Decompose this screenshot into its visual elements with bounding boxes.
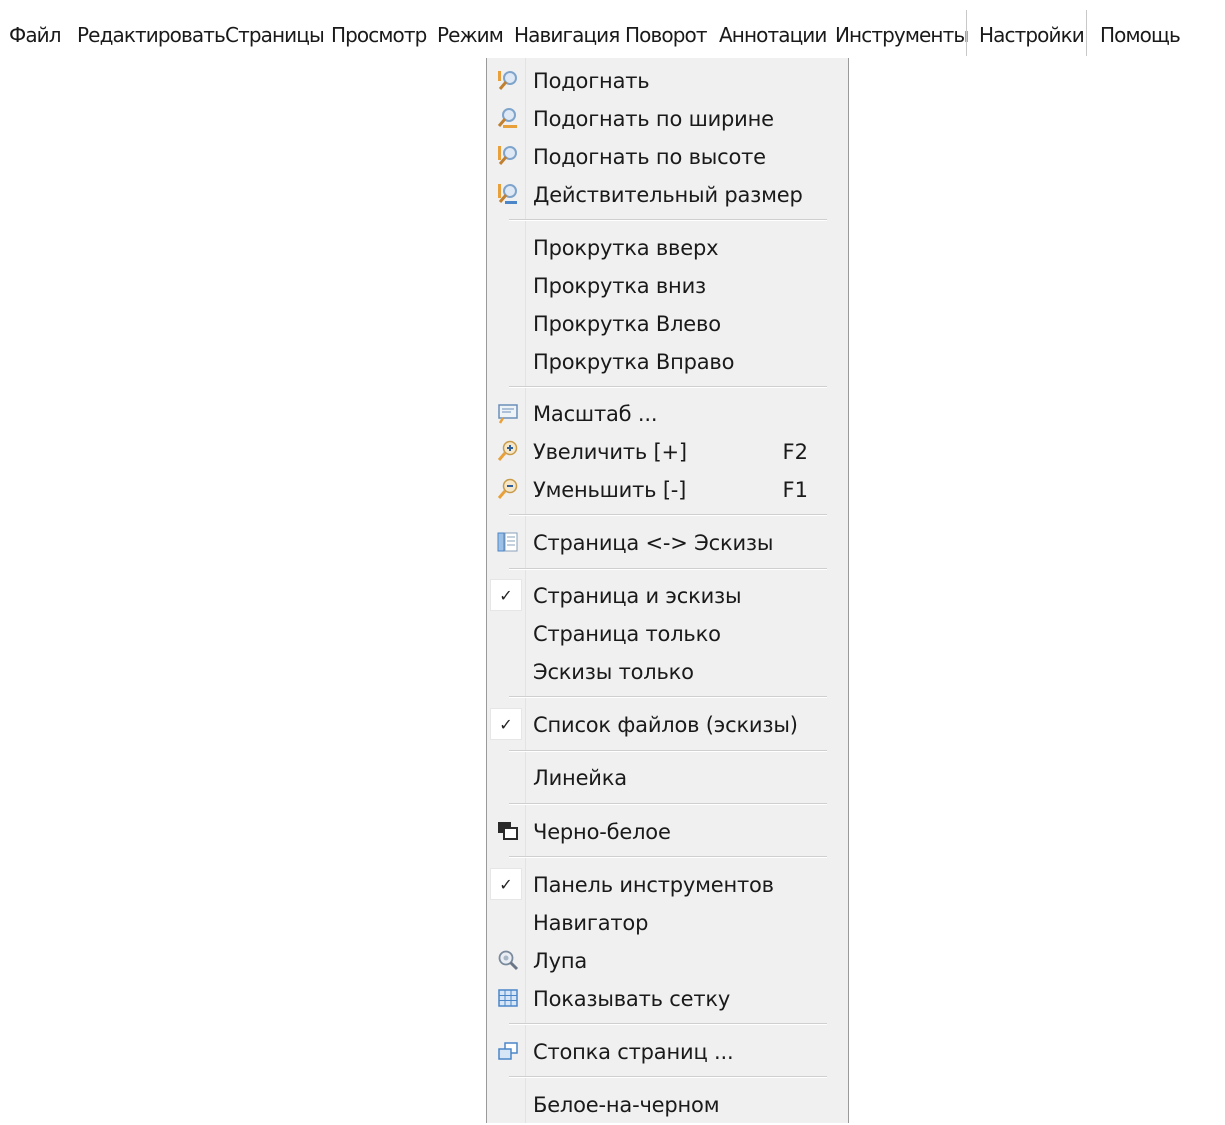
- menu-item-black-white[interactable]: Черно-белое: [487, 812, 848, 850]
- menu-item-label: Страница <-> Эскизы: [533, 531, 774, 555]
- menu-item-ruler[interactable]: Линейка: [487, 758, 848, 796]
- menubar: Файл Редактировать Страницы Просмотр Реж…: [0, 0, 1225, 58]
- shortcut-label: F1: [782, 478, 808, 502]
- view-dropdown-menu: Подогнать Подогнать по ширине Подогнать …: [486, 58, 849, 1123]
- menu-item-file-list[interactable]: ✓ Список файлов (эскизы): [487, 705, 848, 743]
- menu-separator: [509, 568, 827, 570]
- menu-item-label: Масштаб ...: [533, 402, 658, 426]
- menu-item-scroll-down[interactable]: Прокрутка вниз: [487, 266, 848, 304]
- menu-item-label: Уменьшить [-]: [533, 478, 687, 502]
- menu-item-label: Список файлов (эскизы): [533, 713, 798, 737]
- menu-separator: [509, 219, 827, 221]
- menu-item-magnifier[interactable]: Лупа: [487, 941, 848, 979]
- menu-navigation[interactable]: Навигация: [514, 0, 620, 58]
- menu-separator: [509, 856, 827, 858]
- menu-item-label: Увеличить [+]: [533, 440, 687, 464]
- menu-pages[interactable]: Страницы: [225, 0, 325, 58]
- menu-item-label: Черно-белое: [533, 820, 671, 844]
- menu-rotate[interactable]: Поворот: [625, 0, 707, 58]
- menu-edit[interactable]: Редактировать: [77, 0, 226, 58]
- menu-item-white-on-black[interactable]: Белое-на-черном: [487, 1085, 848, 1123]
- menu-item-toolbar[interactable]: ✓ Панель инструментов: [487, 865, 848, 903]
- menu-item-actual-size[interactable]: Действительный размер: [487, 175, 848, 213]
- menu-item-label: Лупа: [533, 949, 588, 973]
- menu-separator: [509, 750, 827, 752]
- menu-separator: [509, 696, 827, 698]
- fit-width-icon: [497, 108, 517, 128]
- menu-file[interactable]: Файл: [9, 0, 62, 58]
- menu-item-zoom-out[interactable]: Уменьшить [-] F1: [487, 470, 848, 508]
- menu-item-page-and-thumbs[interactable]: ✓ Страница и эскизы: [487, 576, 848, 614]
- menu-tools[interactable]: Инструменты: [835, 0, 969, 58]
- menu-item-label: Стопка страниц ...: [533, 1040, 734, 1064]
- menu-help[interactable]: Помощь: [1100, 0, 1181, 58]
- magnifier-icon: [498, 950, 519, 971]
- menu-item-zoom-in[interactable]: Увеличить [+] F2: [487, 432, 848, 470]
- menu-item-label: Страница и эскизы: [533, 584, 742, 608]
- menu-item-label: Линейка: [533, 766, 627, 790]
- menu-item-navigator[interactable]: Навигатор: [487, 903, 848, 941]
- menu-separator: [509, 803, 827, 805]
- menu-separator: [509, 1023, 827, 1025]
- menu-item-label: Страница только: [533, 622, 721, 646]
- menu-item-label: Показывать сетку: [533, 987, 731, 1011]
- grid-icon: [498, 989, 518, 1007]
- menu-mode[interactable]: Режим: [437, 0, 504, 58]
- checkmark-icon: ✓: [490, 868, 522, 900]
- menu-item-show-grid[interactable]: Показывать сетку: [487, 979, 848, 1017]
- menu-item-label: Эскизы только: [533, 660, 694, 684]
- menu-item-label: Подогнать: [533, 69, 650, 93]
- menu-item-label: Панель инструментов: [533, 873, 774, 897]
- menu-item-label: Подогнать по высоте: [533, 145, 766, 169]
- menu-item-scroll-up[interactable]: Прокрутка вверх: [487, 228, 848, 266]
- menu-item-page-thumbs-toggle[interactable]: Страница <-> Эскизы: [487, 523, 848, 561]
- menu-item-page-stack[interactable]: Стопка страниц ...: [487, 1032, 848, 1070]
- menubar-separator: [966, 10, 967, 56]
- menu-item-zoom[interactable]: Масштаб ...: [487, 394, 848, 432]
- checkmark-icon: ✓: [490, 579, 522, 611]
- shortcut-label: F2: [782, 440, 808, 464]
- checkmark-icon: ✓: [490, 708, 522, 740]
- page-thumbs-icon: [497, 532, 518, 552]
- zoom-out-icon: [497, 478, 518, 499]
- menu-item-label: Действительный размер: [533, 183, 803, 207]
- fit-height-icon: [498, 146, 517, 165]
- actual-size-icon: [498, 184, 517, 204]
- menubar-separator: [1086, 10, 1087, 56]
- menu-item-label: Навигатор: [533, 911, 649, 935]
- menu-item-page-only[interactable]: Страница только: [487, 614, 848, 652]
- menu-item-fit[interactable]: Подогнать: [487, 61, 848, 99]
- menu-settings[interactable]: Настройки: [979, 0, 1085, 58]
- menu-item-fit-width[interactable]: Подогнать по ширине: [487, 99, 848, 137]
- menu-item-thumbs-only[interactable]: Эскизы только: [487, 652, 848, 690]
- fit-icon: [498, 71, 517, 90]
- menu-separator: [509, 514, 827, 516]
- zoom-dialog-icon: [498, 404, 518, 424]
- menu-annotations[interactable]: Аннотации: [719, 0, 827, 58]
- menu-item-label: Подогнать по ширине: [533, 107, 774, 131]
- menu-item-label: Прокрутка вверх: [533, 236, 719, 260]
- menu-item-label: Прокрутка Вправо: [533, 350, 735, 374]
- menu-item-label: Прокрутка вниз: [533, 274, 706, 298]
- menu-item-scroll-left[interactable]: Прокрутка Влево: [487, 304, 848, 342]
- zoom-in-icon: [497, 440, 518, 461]
- menu-separator: [509, 1076, 827, 1078]
- black-white-icon: [498, 822, 518, 840]
- page-stack-icon: [498, 1042, 518, 1060]
- menu-item-scroll-right[interactable]: Прокрутка Вправо: [487, 342, 848, 380]
- menu-item-label: Прокрутка Влево: [533, 312, 721, 336]
- menu-item-fit-height[interactable]: Подогнать по высоте: [487, 137, 848, 175]
- menu-separator: [509, 386, 827, 388]
- menu-view[interactable]: Просмотр: [331, 0, 427, 58]
- menu-item-label: Белое-на-черном: [533, 1093, 720, 1117]
